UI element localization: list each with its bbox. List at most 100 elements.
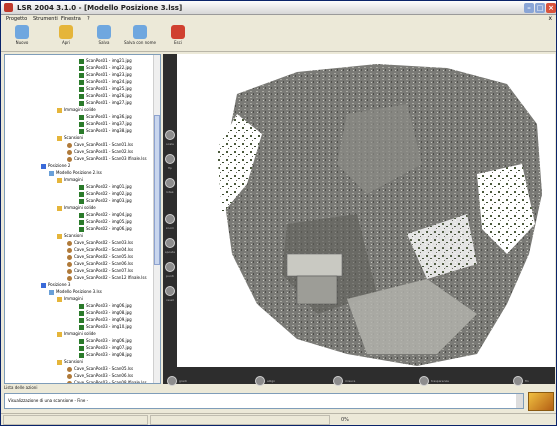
finish-button[interactable]: fin xyxy=(513,370,531,389)
point-cloud-viewport[interactable] xyxy=(177,54,555,367)
tree-item[interactable]: Scansioni xyxy=(57,134,83,141)
status-section-2 xyxy=(150,415,330,425)
tree-item[interactable]: Immagini solide xyxy=(57,106,96,113)
log-title: Lista delle azioni xyxy=(4,385,38,390)
tree-item[interactable]: ScanPos02 - img03.jpg xyxy=(79,197,132,204)
tree-item[interactable]: ScanPos03 - img09.jpg xyxy=(79,316,132,323)
tree-item[interactable]: Cave_ScanPos02 - Scan04.lss xyxy=(67,246,133,253)
view-tool-label: gradi xyxy=(179,378,187,383)
rotate-icon[interactable] xyxy=(165,178,175,188)
tree-item[interactable]: ScanPos01 - img21.jpg xyxy=(79,57,132,64)
tree-item[interactable]: ScanPos01 - img27.jpg xyxy=(79,99,132,106)
tree-scrollbar[interactable] xyxy=(153,55,160,383)
tree-item-label: ScanPos01 - img23.jpg xyxy=(86,72,132,77)
tree-item[interactable]: Modello Posizione 3.lss xyxy=(49,288,102,295)
image-icon xyxy=(79,324,84,330)
tree-item[interactable]: ScanPos01 - img26.jpg xyxy=(79,92,132,99)
log-scrollbar[interactable] xyxy=(516,394,523,408)
transparency-button[interactable]: trasparenza xyxy=(419,370,451,389)
scan-icon xyxy=(67,142,72,148)
minimize-button[interactable]: – xyxy=(524,3,534,13)
folder-icon xyxy=(57,359,62,365)
open-button[interactable]: Apri xyxy=(55,25,77,51)
tree-item[interactable]: Cave_ScanPos03 - Scan06.lss xyxy=(67,372,133,379)
tree-item-label: ScanPos02 - img01.jpg xyxy=(86,184,132,189)
tree-item[interactable]: Scansioni xyxy=(57,358,83,365)
tree-item[interactable]: Cave_ScanPos01 - Scan03 Ifinale.lss xyxy=(67,155,147,162)
tree-item[interactable]: ScanPos03 - img06.jpg xyxy=(79,302,132,309)
menu-finestra[interactable]: Finestra xyxy=(61,16,81,23)
tree-item[interactable]: Scansioni xyxy=(57,232,83,239)
zoom-icon[interactable] xyxy=(165,214,175,224)
tree-item[interactable]: ScanPos01 - img37.jpg xyxy=(79,120,132,127)
menu-strumenti[interactable]: Strumenti xyxy=(33,16,58,23)
tree-item[interactable]: ScanPos02 - img02.jpg xyxy=(79,190,132,197)
tree-item[interactable]: ScanPos03 - img08.jpg xyxy=(79,351,132,358)
tree-item[interactable]: ScanPos02 - img06.jpg xyxy=(79,225,132,232)
tree-item-label: ScanPos01 - img26.jpg xyxy=(86,93,132,98)
menu-help[interactable]: ? xyxy=(87,16,90,23)
maximize-button[interactable]: □ xyxy=(535,3,545,13)
tree-item-label: ScanPos02 - img05.jpg xyxy=(86,219,132,224)
tree-item[interactable]: Cave_ScanPos01 - Scan02.lss xyxy=(67,148,133,155)
image-icon xyxy=(79,317,84,323)
tree-item[interactable]: Cave_ScanPos02 - Scan03.lss xyxy=(67,239,133,246)
tree-item[interactable]: ScanPos01 - img36.jpg xyxy=(79,113,132,120)
tree-item[interactable]: Immagini xyxy=(57,176,83,183)
close-button[interactable]: × xyxy=(546,3,556,13)
image-icon xyxy=(79,338,84,344)
tree-item[interactable]: ScanPos03 - img08.jpg xyxy=(79,309,132,316)
tree-item[interactable]: Cave_ScanPos02 - Scan07.lss xyxy=(67,267,133,274)
tree-item[interactable]: ScanPos01 - img38.jpg xyxy=(79,127,132,134)
tree-item[interactable]: Cave_ScanPos02 - Scan05.lss xyxy=(67,253,133,260)
document-close-icon[interactable]: x xyxy=(548,15,552,23)
title-bar[interactable]: LSR 2004 3.1.0 - [Modello Posizione 3.ls… xyxy=(1,1,556,15)
tree-scroll-thumb[interactable] xyxy=(154,115,160,265)
tree-item[interactable]: Cave_ScanPos03 - Scan05.lss xyxy=(67,365,133,372)
tree-item-label: Posizione 2 xyxy=(48,163,71,168)
image-icon xyxy=(79,100,84,106)
scale-icon[interactable] xyxy=(165,130,175,140)
save-button[interactable]: Salva xyxy=(93,25,115,51)
align-button[interactable]: allign xyxy=(255,370,277,389)
tree-item[interactable]: ScanPos02 - img01.jpg xyxy=(79,183,132,190)
application-window: LSR 2004 3.1.0 - [Modello Posizione 3.ls… xyxy=(0,0,557,426)
tree-item-label: Posizione 3 xyxy=(48,282,71,287)
tree-item-label: Cave_ScanPos01 - Scan02.lss xyxy=(74,149,134,154)
tree-item[interactable]: Modello Posizione 2.lss xyxy=(49,169,102,176)
new-button[interactable]: Nuovo xyxy=(11,25,33,51)
tree-item[interactable]: ScanPos01 - img23.jpg xyxy=(79,71,132,78)
project-tree[interactable]: ScanPos01 - img21.jpg ScanPos01 - img22.j… xyxy=(4,54,161,384)
reset-icon[interactable] xyxy=(165,286,175,296)
pan-icon[interactable] xyxy=(165,238,175,248)
tree-item[interactable]: ScanPos01 - img25.jpg xyxy=(79,85,132,92)
tree-item[interactable]: ScanPos03 - img07.jpg xyxy=(79,344,132,351)
tree-item-label: Modello Posizione 2.lss xyxy=(56,170,102,175)
tree-item[interactable]: Posizione 2 xyxy=(41,162,70,169)
tree-item[interactable]: Cave_ScanPos02 - Scan12 Ifinale.lss xyxy=(67,274,147,281)
scan-icon xyxy=(67,373,72,379)
tree-item[interactable]: ScanPos03 - img06.jpg xyxy=(79,337,132,344)
save-as-button[interactable]: Salva con nome xyxy=(120,25,160,51)
menu-progetto[interactable]: Progetto xyxy=(6,16,27,23)
tree-item[interactable]: ScanPos01 - img22.jpg xyxy=(79,64,132,71)
points-icon[interactable] xyxy=(165,262,175,272)
exit-button[interactable]: Esci xyxy=(167,25,189,51)
tree-item[interactable]: ScanPos02 - img05.jpg xyxy=(79,218,132,225)
tree-item[interactable]: Immagini solide xyxy=(57,204,96,211)
tree-item[interactable]: ScanPos01 - img24.jpg xyxy=(79,78,132,85)
degrees-button[interactable]: gradi xyxy=(167,370,189,389)
tree-item[interactable]: Cave_ScanPos01 - Scan01.lss xyxy=(67,141,133,148)
image-icon xyxy=(79,198,84,204)
tree-item[interactable]: ScanPos03 - img10.jpg xyxy=(79,323,132,330)
tree-item[interactable]: Immagini solide xyxy=(57,330,96,337)
tree-item[interactable]: Posizione 3 xyxy=(41,281,70,288)
measure-button[interactable]: misura xyxy=(333,370,357,389)
folder-icon xyxy=(57,177,62,183)
tree-item[interactable]: Cave_ScanPos02 - Scan06.lss xyxy=(67,260,133,267)
tree-item[interactable]: ScanPos02 - img04.jpg xyxy=(79,211,132,218)
tree-item[interactable]: Cave_ScanPos03 - Scan08 Ifinale.lss xyxy=(67,379,147,383)
flip-icon[interactable] xyxy=(165,154,175,164)
tree-item[interactable]: Immagini xyxy=(57,295,83,302)
save-label: Salva xyxy=(98,40,110,45)
